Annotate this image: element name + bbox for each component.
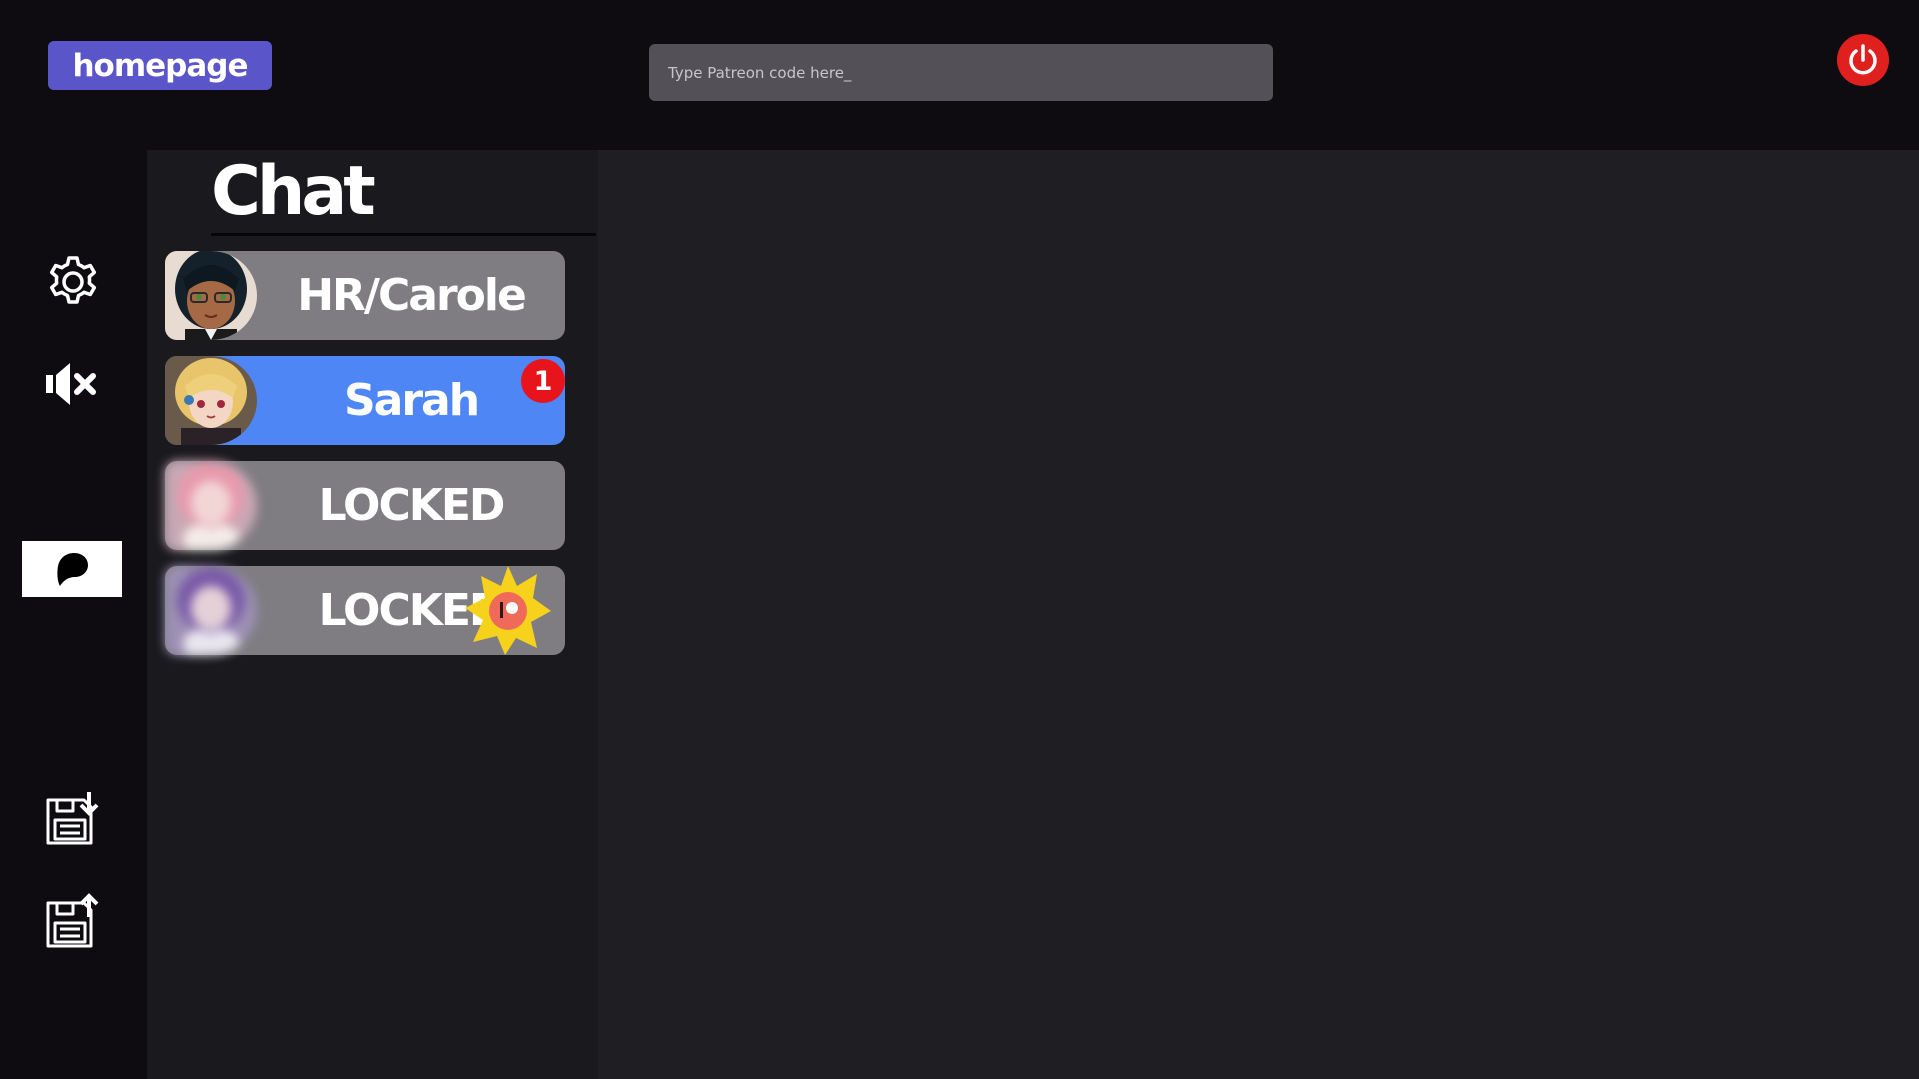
contact-name: Sarah [343, 375, 480, 426]
contact-name: HR/Carole [297, 270, 527, 321]
contact-name: LOCKED [318, 480, 506, 531]
chat-title: Chat [211, 152, 376, 231]
load-game-button[interactable] [45, 893, 101, 949]
patreon-icon [57, 553, 88, 586]
save-game-button[interactable] [45, 790, 101, 846]
sound-toggle-button[interactable] [44, 360, 102, 408]
contact-locked[interactable]: LOCKED [165, 461, 565, 550]
contact-sarah[interactable]: Sarah 1 [165, 356, 565, 445]
patreon-star-icon [465, 566, 551, 655]
chat-divider [211, 233, 596, 236]
save-upload-icon [46, 893, 99, 948]
settings-button[interactable] [45, 254, 101, 310]
save-download-icon [46, 792, 99, 845]
power-button[interactable] [1837, 34, 1889, 86]
avatar [165, 251, 257, 340]
patreon-button[interactable] [22, 541, 122, 597]
power-icon [1849, 44, 1877, 75]
avatar [165, 356, 257, 445]
chat-panel: Chat HR/Carole Sarah 1 LOCKED LOCKED [147, 150, 598, 1079]
contact-locked-patreon[interactable]: LOCKED [165, 566, 565, 655]
homepage-button[interactable]: homepage [48, 41, 272, 90]
avatar [165, 461, 257, 550]
unread-badge: 1 [521, 359, 565, 403]
gear-icon [49, 256, 97, 304]
chat-content-area [598, 150, 1919, 1079]
speaker-muted-icon [46, 363, 96, 405]
patreon-code-input[interactable] [649, 44, 1273, 101]
contact-hr-carole[interactable]: HR/Carole [165, 251, 565, 340]
avatar [165, 566, 257, 655]
top-bar: homepage [0, 0, 1919, 150]
